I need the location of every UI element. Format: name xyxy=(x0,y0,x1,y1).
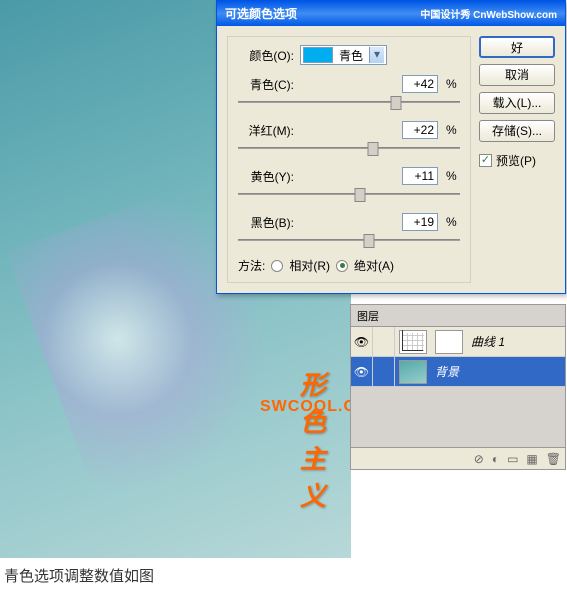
color-dropdown[interactable]: 青色 ▾ xyxy=(300,45,387,65)
color-label: 颜色(O): xyxy=(238,47,294,64)
radio-absolute-label: 绝对(A) xyxy=(354,257,394,274)
black-input[interactable] xyxy=(402,213,438,231)
watermark-text-2: SWCOOL.COM xyxy=(260,398,351,416)
percent-label: % xyxy=(446,77,460,91)
radio-absolute[interactable] xyxy=(336,260,348,272)
layer-row-curves[interactable]: 👁 曲线 1 xyxy=(351,327,565,357)
yellow-input[interactable] xyxy=(402,167,438,185)
dialog-title: 可选颜色选项 xyxy=(225,5,297,22)
cancel-button[interactable]: 取消 xyxy=(479,64,555,86)
curves-thumbnail[interactable] xyxy=(399,330,427,354)
layers-footer: ⊘ ◐ ▭ ▦ 🗑 xyxy=(351,447,565,469)
caption-text: 青色选项调整数值如图 xyxy=(4,565,154,586)
black-label: 黑色(B): xyxy=(238,214,294,231)
yellow-label: 黄色(Y): xyxy=(238,168,294,185)
percent-label: % xyxy=(446,169,460,183)
magenta-slider[interactable] xyxy=(238,139,460,157)
layers-tabs: 图层 xyxy=(351,305,565,327)
color-value: 青色 xyxy=(333,47,369,64)
radio-relative[interactable] xyxy=(271,260,283,272)
yellow-slider[interactable] xyxy=(238,185,460,203)
layers-tab[interactable]: 图层 xyxy=(351,308,385,324)
adjustment-icon[interactable]: ◐ xyxy=(492,452,499,466)
selective-color-dialog: 可选颜色选项 中国设计秀 CnWebShow.com 颜色(O): 青色 ▾ 青… xyxy=(216,0,566,294)
magenta-input[interactable] xyxy=(402,121,438,139)
preview-label: 预览(P) xyxy=(496,152,536,169)
method-label: 方法: xyxy=(238,257,265,274)
mask-thumbnail[interactable] xyxy=(435,330,463,354)
layer-row-background[interactable]: 👁 背景 xyxy=(351,357,565,387)
chevron-down-icon[interactable]: ▾ xyxy=(369,47,384,63)
link-cell[interactable] xyxy=(373,357,395,386)
dialog-controls: 颜色(O): 青色 ▾ 青色(C): % 洋红(M): xyxy=(227,36,471,283)
color-swatch xyxy=(303,47,333,63)
layer-name-curves: 曲线 1 xyxy=(467,333,565,350)
save-button[interactable]: 存储(S)... xyxy=(479,120,555,142)
radio-relative-label: 相对(R) xyxy=(289,257,330,274)
link-cell[interactable] xyxy=(373,327,395,356)
percent-label: % xyxy=(446,215,460,229)
magenta-label: 洋红(M): xyxy=(238,122,294,139)
folder-icon[interactable]: ▭ xyxy=(507,452,518,466)
dialog-titlebar[interactable]: 可选颜色选项 中国设计秀 CnWebShow.com xyxy=(217,1,565,26)
new-layer-icon[interactable]: ▦ xyxy=(526,452,537,466)
background-thumbnail[interactable] xyxy=(399,360,427,384)
percent-label: % xyxy=(446,123,460,137)
load-button[interactable]: 载入(L)... xyxy=(479,92,555,114)
dialog-source: 中国设计秀 CnWebShow.com xyxy=(420,6,557,21)
visibility-icon[interactable]: 👁 xyxy=(351,357,373,386)
dialog-buttons: 好 取消 载入(L)... 存储(S)... ✓ 预览(P) xyxy=(479,36,555,283)
cyan-slider[interactable] xyxy=(238,93,460,111)
fx-icon[interactable]: ⊘ xyxy=(474,452,484,466)
layer-name-background: 背景 xyxy=(431,363,565,380)
black-slider[interactable] xyxy=(238,231,460,249)
visibility-icon[interactable]: 👁 xyxy=(351,327,373,356)
trash-icon[interactable]: 🗑 xyxy=(546,452,561,466)
ok-button[interactable]: 好 xyxy=(479,36,555,58)
watermark-text-1: 形色主义 xyxy=(300,365,351,513)
cyan-input[interactable] xyxy=(402,75,438,93)
layers-panel: 图层 👁 曲线 1 👁 背景 ⊘ ◐ ▭ ▦ 🗑 xyxy=(350,304,566,470)
cyan-label: 青色(C): xyxy=(238,76,294,93)
preview-checkbox[interactable]: ✓ xyxy=(479,154,492,167)
